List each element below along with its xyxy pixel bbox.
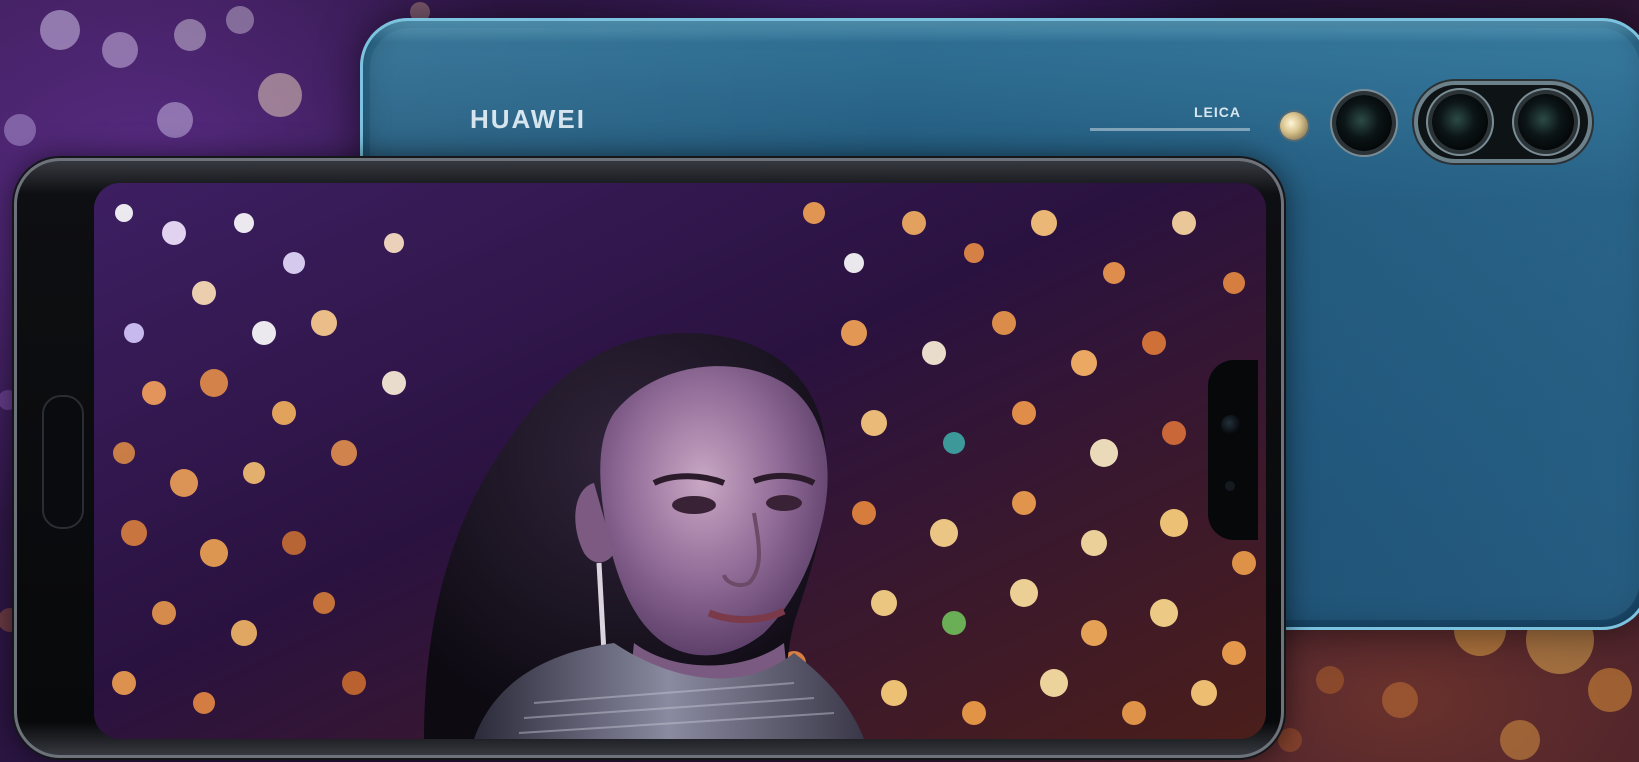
lens-fineprint: [1090, 128, 1250, 131]
lens-brand-logo: LEICA: [1194, 104, 1241, 120]
fingerprint-home-button: [42, 395, 84, 529]
screen-wallpaper: [94, 183, 1266, 739]
proximity-sensor: [1225, 481, 1235, 491]
rear-camera-lens: [1518, 94, 1574, 150]
rear-camera-lens: [1432, 94, 1488, 150]
flash-icon: [1280, 112, 1308, 140]
rear-camera-lens: [1336, 95, 1392, 151]
screen-notch: [1208, 360, 1258, 540]
brand-logo: HUAWEI: [470, 104, 586, 134]
phone-screen: [94, 183, 1266, 739]
front-camera: [1221, 415, 1241, 435]
